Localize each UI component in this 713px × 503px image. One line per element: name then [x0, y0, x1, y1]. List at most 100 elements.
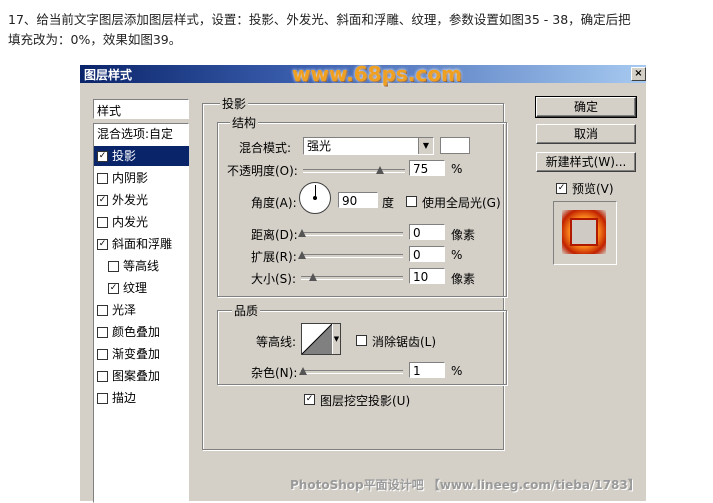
quality-title: 品质 — [232, 302, 261, 319]
chevron-down-icon[interactable]: ▼ — [333, 324, 340, 354]
style-list-item[interactable]: 光泽 — [94, 300, 189, 320]
opacity-slider-thumb[interactable] — [375, 166, 384, 174]
style-checkbox[interactable] — [108, 261, 119, 272]
style-item-label: 描边 — [112, 391, 137, 405]
spread-label: 扩展(R): — [251, 250, 297, 264]
knockout-label[interactable]: 图层挖空投影(U) — [320, 392, 410, 409]
preview-checkbox[interactable]: ✓ — [556, 183, 567, 194]
styles-header[interactable]: 样式 — [93, 99, 189, 119]
style-item-label: 光泽 — [112, 303, 137, 317]
site-watermark: www.68ps.com — [292, 62, 462, 86]
style-list-item[interactable]: 内发光 — [94, 212, 189, 232]
style-item-label: 等高线 — [123, 259, 160, 273]
style-list-item[interactable]: 渐变叠加 — [94, 344, 189, 364]
size-slider-thumb[interactable] — [309, 273, 317, 281]
style-list-item[interactable]: 图案叠加 — [94, 366, 189, 386]
style-checkbox[interactable]: ✓ — [97, 239, 108, 250]
contour-label: 等高线: — [256, 335, 297, 349]
instruction-text: 17、给当前文字图层添加图层样式，设置：投影、外发光、斜面和浮雕、纹理，参数设置… — [8, 10, 708, 50]
style-checkbox[interactable] — [97, 349, 108, 360]
spread-input[interactable]: 0 — [409, 246, 445, 262]
style-checkbox[interactable] — [97, 371, 108, 382]
chevron-down-icon[interactable]: ▼ — [418, 138, 433, 154]
style-item-label: 内阴影 — [112, 171, 149, 185]
structure-title: 结构 — [230, 114, 259, 131]
blend-mode-label: 混合模式: — [239, 141, 292, 155]
style-item-label: 图案叠加 — [112, 369, 161, 383]
title-bar[interactable]: 图层样式 www.68ps.com × — [80, 62, 646, 86]
distance-unit: 像素 — [451, 228, 476, 242]
noise-unit: % — [451, 364, 463, 378]
distance-slider-track[interactable] — [301, 232, 403, 236]
blend-mode-value: 强光 — [307, 139, 332, 153]
noise-slider-track[interactable] — [301, 370, 403, 374]
style-list-item[interactable]: ✓ 投影 — [94, 146, 189, 166]
size-input[interactable]: 10 — [409, 268, 445, 284]
style-item-label: 内发光 — [112, 215, 149, 229]
styles-header-label: 样式 — [97, 104, 122, 118]
angle-dial[interactable] — [299, 182, 331, 214]
style-preview-thumbnail — [553, 201, 617, 265]
spread-slider-track[interactable] — [301, 254, 403, 258]
style-list-item[interactable]: 颜色叠加 — [94, 322, 189, 342]
opacity-input[interactable]: 75 — [409, 160, 445, 176]
size-label: 大小(S): — [251, 272, 297, 286]
noise-slider-thumb[interactable] — [299, 367, 307, 375]
noise-input[interactable]: 1 — [409, 362, 445, 378]
style-checkbox[interactable]: ✓ — [108, 283, 119, 294]
style-list-item[interactable]: 混合选项:自定 — [94, 124, 189, 144]
opacity-slider-track[interactable] — [303, 169, 405, 173]
style-item-label: 纹理 — [123, 281, 148, 295]
opacity-unit: % — [451, 162, 463, 176]
drop-shadow-title: 投影 — [220, 95, 249, 112]
angle-label: 角度(A): — [251, 196, 297, 210]
style-checkbox[interactable] — [97, 173, 108, 184]
antialias-checkbox[interactable] — [356, 335, 367, 346]
style-item-label: 颜色叠加 — [112, 325, 161, 339]
distance-slider-thumb[interactable] — [298, 229, 306, 237]
instruction-line-1: 17、给当前文字图层添加图层样式，设置：投影、外发光、斜面和浮雕、纹理，参数设置… — [8, 12, 631, 27]
cancel-button[interactable]: 取消 — [536, 124, 636, 144]
style-checkbox[interactable]: ✓ — [97, 195, 108, 206]
global-light-checkbox[interactable] — [406, 196, 417, 207]
contour-picker[interactable]: ▼ — [301, 323, 341, 355]
instruction-line-2: 填充改为：0%，效果如图39。 — [8, 32, 182, 47]
close-button[interactable]: × — [631, 67, 646, 81]
style-list-item[interactable]: 等高线 — [94, 256, 200, 276]
style-list-item[interactable]: ✓ 斜面和浮雕 — [94, 234, 189, 254]
style-item-label: 斜面和浮雕 — [112, 237, 173, 251]
dialog-title: 图层样式 — [84, 68, 133, 82]
style-item-label: 混合选项:自定 — [97, 127, 174, 141]
noise-label: 杂色(N): — [251, 366, 298, 380]
angle-center-dot — [313, 196, 317, 200]
preview-square — [570, 218, 598, 246]
new-style-button[interactable]: 新建样式(W)... — [536, 152, 636, 172]
style-checkbox[interactable] — [97, 393, 108, 404]
distance-input[interactable]: 0 — [409, 224, 445, 240]
spread-unit: % — [451, 248, 463, 262]
preview-label[interactable]: 预览(V) — [572, 180, 614, 197]
opacity-label: 不透明度(O): — [227, 164, 298, 178]
contour-curve-icon — [302, 324, 332, 354]
shadow-color-swatch[interactable] — [440, 137, 470, 154]
style-checkbox[interactable] — [97, 217, 108, 228]
ok-button[interactable]: 确定 — [535, 96, 637, 118]
spread-slider-thumb[interactable] — [298, 251, 306, 259]
style-list-item[interactable]: 描边 — [94, 388, 189, 408]
style-item-label: 投影 — [112, 149, 137, 163]
style-checkbox[interactable] — [97, 327, 108, 338]
angle-input[interactable]: 90 — [338, 192, 378, 208]
angle-unit: 度 — [382, 196, 395, 210]
antialias-label[interactable]: 消除锯齿(L) — [372, 333, 436, 350]
style-item-label: 外发光 — [112, 193, 149, 207]
style-list-item[interactable]: 内阴影 — [94, 168, 189, 188]
blend-mode-select[interactable]: 强光 ▼ — [303, 137, 434, 155]
size-unit: 像素 — [451, 272, 476, 286]
knockout-checkbox[interactable]: ✓ — [304, 394, 315, 405]
style-item-label: 渐变叠加 — [112, 347, 161, 361]
global-light-label[interactable]: 使用全局光(G) — [422, 194, 501, 211]
style-checkbox[interactable] — [97, 305, 108, 316]
style-checkbox[interactable]: ✓ — [97, 151, 108, 162]
style-list-item[interactable]: ✓ 外发光 — [94, 190, 189, 210]
style-list-item[interactable]: ✓ 纹理 — [94, 278, 200, 298]
